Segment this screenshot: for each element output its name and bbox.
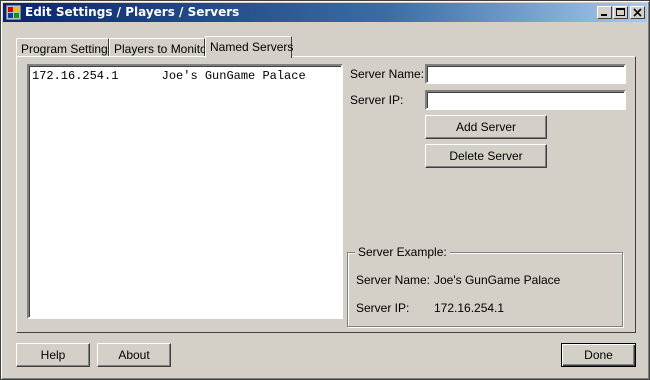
help-button[interactable]: Help bbox=[16, 343, 90, 367]
example-name-value: Joe's GunGame Palace bbox=[434, 273, 561, 287]
tab-label: Players to Monitor bbox=[114, 42, 211, 56]
example-ip-value: 172.16.254.1 bbox=[434, 301, 505, 315]
tab-label: Program Settings bbox=[21, 42, 114, 56]
server-ip-label: Server IP: bbox=[350, 93, 404, 107]
tab-players-to-monitor[interactable]: Players to Monitor bbox=[109, 38, 211, 56]
app-icon bbox=[6, 5, 21, 20]
window-title: Edit Settings / Players / Servers bbox=[25, 5, 240, 19]
server-list[interactable]: 172.16.254.1 Joe's GunGame Palace bbox=[27, 64, 343, 319]
server-example-group: Server Example: Server Name: Joe's GunGa… bbox=[347, 245, 623, 327]
server-name-label: Server Name: bbox=[350, 67, 425, 81]
minimize-button[interactable] bbox=[597, 6, 612, 19]
tab-strip: Program Settings Players to Monitor Name… bbox=[16, 36, 636, 58]
close-icon bbox=[633, 8, 642, 17]
list-item-ip: 172.16.254.1 bbox=[32, 69, 119, 83]
settings-window: Edit Settings / Players / Servers Progra… bbox=[0, 0, 650, 380]
title-bar[interactable]: Edit Settings / Players / Servers bbox=[3, 3, 647, 22]
add-server-button[interactable]: Add Server bbox=[425, 115, 547, 139]
server-name-input[interactable] bbox=[425, 64, 626, 84]
example-ip-label: Server IP: bbox=[356, 301, 410, 315]
maximize-icon bbox=[616, 8, 625, 16]
example-name-label: Server Name: bbox=[356, 273, 431, 287]
maximize-button[interactable] bbox=[613, 6, 628, 19]
done-button[interactable]: Done bbox=[561, 343, 636, 367]
server-example-legend: Server Example: bbox=[355, 245, 450, 259]
minimize-icon bbox=[601, 14, 607, 16]
tab-program-settings[interactable]: Program Settings bbox=[16, 38, 114, 56]
delete-server-button[interactable]: Delete Server bbox=[425, 144, 547, 168]
named-servers-panel: 172.16.254.1 Joe's GunGame Palace Server… bbox=[16, 56, 636, 333]
tab-named-servers[interactable]: Named Servers bbox=[205, 36, 294, 58]
list-item[interactable]: 172.16.254.1 Joe's GunGame Palace bbox=[32, 69, 306, 83]
server-ip-input[interactable] bbox=[425, 90, 626, 110]
list-item-name: Joe's GunGame Palace bbox=[161, 69, 306, 83]
close-button[interactable] bbox=[630, 6, 645, 19]
about-button[interactable]: About bbox=[97, 343, 171, 367]
tab-label: Named Servers bbox=[210, 40, 294, 54]
